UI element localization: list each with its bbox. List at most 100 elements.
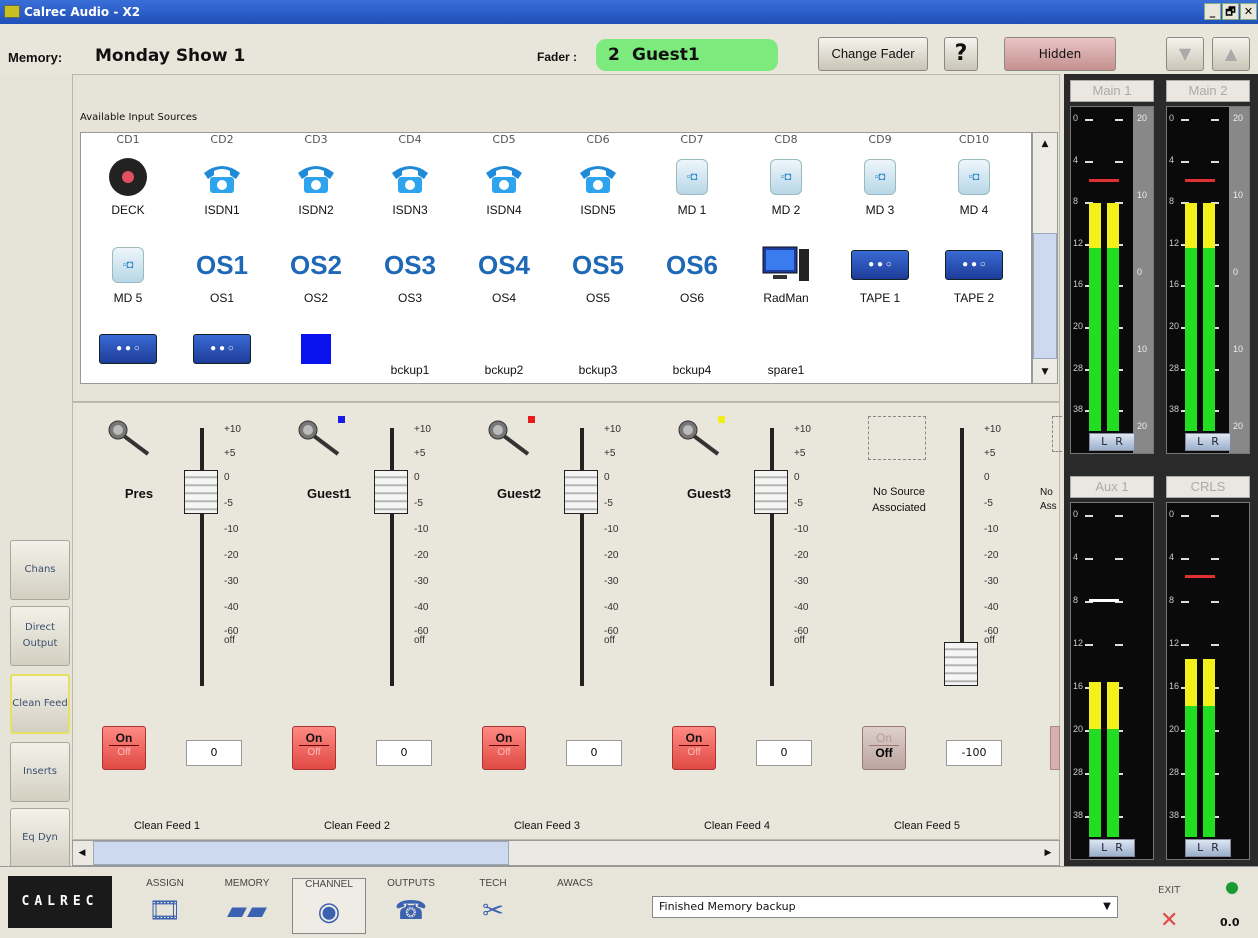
source-item[interactable]: ISDN3	[363, 157, 457, 217]
scroll-right-icon[interactable]: ▶	[1041, 845, 1055, 861]
on-off-button[interactable]: On Off	[862, 726, 906, 770]
partial-source-placeholder	[1052, 416, 1062, 452]
source-badge-icon	[338, 416, 345, 423]
source-item[interactable]: ● ● ○	[175, 329, 269, 383]
fader-knob[interactable]	[184, 470, 218, 514]
scroll-thumb[interactable]	[93, 841, 509, 865]
meter-tick	[1115, 119, 1123, 121]
fader-knob[interactable]	[374, 470, 408, 514]
source-item[interactable]: ● ● ○ TAPE 2	[927, 245, 1021, 305]
scroll-left-icon[interactable]: ◀	[75, 845, 89, 861]
scroll-up-icon[interactable]: ▲	[1035, 135, 1055, 153]
source-item[interactable]: bckup1	[363, 329, 457, 377]
source-item[interactable]: ▫◘ MD 1	[645, 157, 739, 217]
level-input[interactable]: 0	[186, 740, 242, 766]
level-input[interactable]: -100	[946, 740, 1002, 766]
source-item[interactable]: spare1	[739, 329, 833, 377]
source-item[interactable]: ▫◘ MD 3	[833, 157, 927, 217]
level-input[interactable]: 0	[756, 740, 812, 766]
source-item[interactable]: ISDN1	[175, 157, 269, 217]
tab-eq-dyn[interactable]: Eq Dyn	[10, 808, 70, 868]
tab-clean-feed[interactable]: Clean Feed	[10, 674, 70, 734]
meter-side-label: 20	[1137, 421, 1148, 431]
source-item[interactable]: ISDN2	[269, 157, 363, 217]
meter-side-label: 10	[1137, 190, 1148, 200]
meter-tick	[1181, 119, 1189, 121]
status-dropdown[interactable]: Finished Memory backup	[652, 896, 1118, 918]
fader-knob[interactable]	[944, 642, 978, 686]
source-item[interactable]: bckup2	[457, 329, 551, 377]
source-item[interactable]: OS5 OS5	[551, 245, 645, 306]
hidden-button[interactable]: Hidden	[1004, 37, 1116, 71]
exit-icon[interactable]: ✕	[1160, 908, 1178, 933]
meter-tick	[1181, 160, 1189, 163]
change-fader-button[interactable]: Change Fader	[818, 37, 928, 71]
fader-knob[interactable]	[564, 470, 598, 514]
meter-scale-label: 28	[1169, 362, 1180, 373]
nav-tech[interactable]: TECH ✂	[456, 878, 530, 934]
minimize-button[interactable]: _	[1204, 3, 1221, 20]
source-item[interactable]: ISDN5	[551, 157, 645, 217]
source-placeholder[interactable]	[868, 416, 926, 460]
meter-scale-label: 8	[1073, 594, 1079, 605]
meter-tick	[1181, 600, 1189, 603]
source-item[interactable]: OS4 OS4	[457, 245, 551, 306]
level-input[interactable]: 0	[376, 740, 432, 766]
nav-memory[interactable]: MEMORY ▰▰	[210, 878, 284, 934]
source-item[interactable]: ▫◘ MD 5	[81, 245, 175, 305]
level-input[interactable]: 0	[566, 740, 622, 766]
meter-scale-label: 12	[1073, 237, 1084, 248]
source-item[interactable]: ▫◘ MD 2	[739, 157, 833, 217]
empty-icon	[551, 329, 645, 357]
source-item[interactable]: OS3 OS3	[363, 245, 457, 306]
fader-scale-label: -10	[604, 524, 619, 535]
channel-strip: No Source Associated +10 +5 0 -5 -10 -20 -30 -40…	[836, 410, 1026, 838]
source-name: bckup1	[390, 363, 430, 377]
source-item[interactable]: DECK	[81, 157, 175, 217]
tab-inserts[interactable]: Inserts	[10, 742, 70, 802]
meter-scale-label: 4	[1169, 154, 1175, 165]
source-item[interactable]: RadMan	[739, 245, 833, 305]
source-item[interactable]: OS6 OS6	[645, 245, 739, 306]
meter-level-bar	[1203, 248, 1215, 431]
close-button[interactable]: ✕	[1240, 3, 1257, 20]
nav-assign[interactable]: ASSIGN 🎞	[128, 878, 202, 934]
meter-scale-label: 20	[1169, 321, 1180, 332]
fader-scale-label: 0	[794, 472, 800, 483]
on-off-button[interactable]: On Off	[102, 726, 146, 770]
source-item[interactable]: ISDN4	[457, 157, 551, 217]
header-bar: Memory: Monday Show 1 Fader : 2 Guest1 C…	[0, 24, 1258, 74]
source-item[interactable]: ● ● ○ TAPE 1	[833, 245, 927, 305]
scroll-down-icon[interactable]: ▼	[1035, 363, 1055, 381]
meter-tick	[1181, 515, 1189, 517]
arrow-up-button[interactable]: ▲	[1212, 37, 1250, 71]
sources-scrollbar[interactable]: ▲ ▼	[1032, 132, 1058, 384]
fader-knob[interactable]	[754, 470, 788, 514]
source-item[interactable]: OS1 OS1	[175, 245, 269, 306]
maximize-button[interactable]: 🗗	[1222, 3, 1239, 20]
help-button[interactable]: ?	[944, 37, 978, 71]
tab-direct-output[interactable]: Direct Output	[10, 606, 70, 666]
os-label-icon: OS2	[289, 249, 343, 280]
nav-awacs[interactable]: AWACS	[538, 878, 612, 934]
source-item[interactable]: ● ● ○	[81, 329, 175, 383]
fader-track	[580, 428, 584, 686]
source-item[interactable]	[269, 329, 363, 383]
source-item[interactable]: bckup4	[645, 329, 739, 377]
chevron-down-icon[interactable]: ▼	[1098, 898, 1116, 916]
channels-scrollbar[interactable]: ◀ ▶	[72, 840, 1060, 866]
on-off-button[interactable]: On Off	[292, 726, 336, 770]
nav-outputs[interactable]: OUTPUTS ☎	[374, 878, 448, 934]
scroll-thumb[interactable]	[1033, 233, 1057, 359]
partial-on-button[interactable]	[1050, 726, 1060, 770]
on-off-button[interactable]: On Off	[482, 726, 526, 770]
arrow-down-button[interactable]: ▼	[1166, 37, 1204, 71]
source-item[interactable]: bckup3	[551, 329, 645, 377]
tab-chans[interactable]: Chans	[10, 540, 70, 600]
fader-scale-label: off	[414, 635, 425, 646]
source-item[interactable]: ▫◘ MD 4	[927, 157, 1021, 217]
on-off-button[interactable]: On Off	[672, 726, 716, 770]
nav-channel[interactable]: CHANNEL ◉	[292, 878, 366, 934]
tab-label: Eq Dyn	[22, 832, 58, 843]
source-item[interactable]: OS2 OS2	[269, 245, 363, 306]
